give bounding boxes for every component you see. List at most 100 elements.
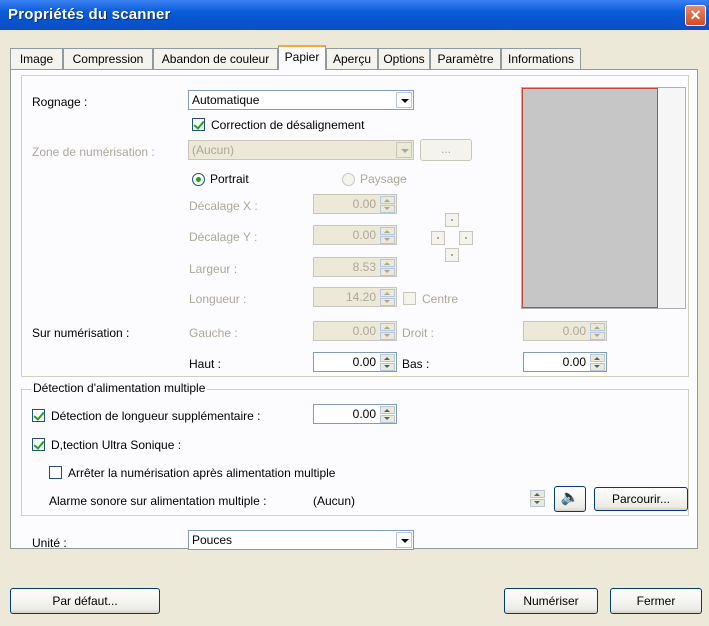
portrait-label: Portrait [210, 172, 249, 186]
deskew-checkbox[interactable] [192, 118, 205, 131]
spin-down-arrow-icon[interactable] [380, 363, 395, 371]
stop-on-multifeed-checkbox[interactable] [49, 466, 62, 479]
move-left-arrow-icon[interactable] [431, 231, 445, 245]
length-spinner[interactable]: 14.20 [313, 287, 397, 307]
multifeed-group-label: Détection d'alimentation multiple [31, 381, 208, 395]
spin-up-arrow-icon[interactable] [380, 406, 395, 414]
center-checkbox[interactable] [403, 292, 416, 305]
spin-up-arrow-icon[interactable] [530, 490, 545, 498]
tab-information[interactable]: Informations [501, 48, 581, 69]
paper-tab-panel: Rognage : Automatique Correction de désa… [10, 69, 698, 550]
unit-label: Unité : [32, 536, 67, 550]
stop-on-multifeed-label: Arrêter la numérisation après alimentati… [68, 466, 336, 480]
tab-paper[interactable]: Papier [278, 45, 326, 70]
spin-up-arrow-icon[interactable] [380, 227, 395, 235]
scan-area-value: (Aucun) [192, 143, 235, 157]
offset-y-label: Décalage Y : [189, 230, 258, 244]
width-value: 8.53 [352, 260, 376, 274]
spin-down-arrow-icon[interactable] [380, 268, 395, 276]
spin-down-arrow-icon[interactable] [380, 298, 395, 306]
overscan-bottom-label: Bas : [402, 357, 430, 371]
chevron-down-icon [396, 92, 412, 108]
cropping-select[interactable]: Automatique [188, 90, 414, 110]
ultrasonic-checkbox[interactable] [32, 438, 45, 451]
extra-length-value: 0.00 [352, 407, 376, 421]
preview-page-area [522, 88, 658, 308]
tab-compression[interactable]: Compression [63, 48, 153, 69]
scanner-properties-window: Propriétés du scanner ✕ Image Compressio… [0, 0, 709, 626]
overscan-right-value: 0.00 [562, 324, 586, 338]
move-down-arrow-icon[interactable] [445, 248, 459, 262]
extra-length-label: Détection de longueur supplémentaire : [51, 409, 261, 423]
ultrasonic-label: D,tection Ultra Sonique : [51, 438, 182, 452]
overscan-label: Sur numérisation : [32, 326, 130, 340]
spin-up-arrow-icon[interactable] [380, 354, 395, 362]
spin-up-arrow-icon[interactable] [590, 354, 605, 362]
deskew-label: Correction de désalignement [211, 118, 365, 132]
spin-up-arrow-icon[interactable] [380, 323, 395, 331]
length-label: Longueur : [189, 292, 247, 306]
overscan-right-spinner[interactable]: 0.00 [523, 321, 607, 341]
defaults-button[interactable]: Par défaut... [10, 588, 160, 614]
spin-up-arrow-icon[interactable] [380, 196, 395, 204]
offset-x-value: 0.00 [352, 197, 376, 211]
spin-down-arrow-icon[interactable] [590, 363, 605, 371]
spin-down-arrow-icon[interactable] [590, 332, 605, 340]
close-window-button[interactable]: ✕ [685, 5, 706, 26]
length-value: 14.20 [345, 290, 376, 304]
title-bar: Propriétés du scanner ✕ [0, 0, 709, 30]
close-button[interactable]: Fermer [610, 588, 702, 614]
overscan-left-value: 0.00 [352, 324, 376, 338]
extra-length-spinner[interactable]: 0.00 [313, 404, 397, 424]
spin-down-arrow-icon[interactable] [380, 205, 395, 213]
portrait-radio[interactable] [192, 173, 205, 186]
overscan-top-spinner[interactable]: 0.00 [313, 352, 397, 372]
spin-down-arrow-icon[interactable] [380, 332, 395, 340]
spin-up-arrow-icon[interactable] [380, 259, 395, 267]
offset-y-spinner[interactable]: 0.00 [313, 225, 397, 245]
speaker-icon[interactable]: 🔈 [554, 486, 586, 512]
center-label: Centre [422, 292, 459, 306]
spin-up-arrow-icon[interactable] [590, 323, 605, 331]
alarm-label: Alarme sonore sur alimentation multiple … [49, 494, 267, 508]
offset-x-spinner[interactable]: 0.00 [313, 194, 397, 214]
spin-up-arrow-icon[interactable] [380, 289, 395, 297]
tab-settings[interactable]: Paramètre [430, 48, 501, 69]
unit-select[interactable]: Pouces [188, 530, 414, 550]
offset-x-label: Décalage X : [189, 199, 258, 213]
tab-color-dropout[interactable]: Abandon de couleur [153, 48, 278, 69]
spin-down-arrow-icon[interactable] [530, 499, 545, 507]
scan-area-browse-button[interactable]: ... [420, 139, 472, 161]
landscape-radio[interactable] [342, 173, 355, 186]
chevron-down-icon [396, 142, 412, 158]
overscan-bottom-spinner[interactable]: 0.00 [523, 352, 607, 372]
scan-area-select[interactable]: (Aucun) [188, 140, 414, 160]
paper-preview [521, 87, 686, 309]
cropping-label: Rognage : [32, 95, 88, 109]
overscan-left-label: Gauche : [189, 326, 238, 340]
alarm-value: (Aucun) [313, 494, 356, 508]
offset-y-value: 0.00 [352, 228, 376, 242]
overscan-right-label: Droit : [402, 326, 435, 340]
scan-button[interactable]: Numériser [504, 588, 598, 614]
alarm-spinner[interactable] [527, 488, 547, 508]
overscan-top-label: Haut : [189, 357, 222, 371]
overscan-bottom-value: 0.00 [562, 355, 586, 369]
browse-button[interactable]: Parcourir... [594, 487, 688, 511]
spin-down-arrow-icon[interactable] [380, 415, 395, 423]
tab-image[interactable]: Image [10, 48, 63, 69]
window-title: Propriétés du scanner [8, 6, 171, 23]
width-spinner[interactable]: 8.53 [313, 257, 397, 277]
tab-options[interactable]: Options [378, 48, 430, 69]
width-label: Largeur : [189, 262, 238, 276]
overscan-left-spinner[interactable]: 0.00 [313, 321, 397, 341]
scan-area-label: Zone de numérisation : [32, 145, 155, 159]
tab-preview[interactable]: Aperçu [326, 48, 378, 69]
cropping-value: Automatique [192, 93, 260, 107]
landscape-label: Paysage [360, 172, 407, 186]
spin-down-arrow-icon[interactable] [380, 236, 395, 244]
move-up-arrow-icon[interactable] [445, 213, 459, 227]
extra-length-checkbox[interactable] [32, 409, 45, 422]
move-right-arrow-icon[interactable] [459, 231, 473, 245]
unit-value: Pouces [192, 533, 233, 547]
